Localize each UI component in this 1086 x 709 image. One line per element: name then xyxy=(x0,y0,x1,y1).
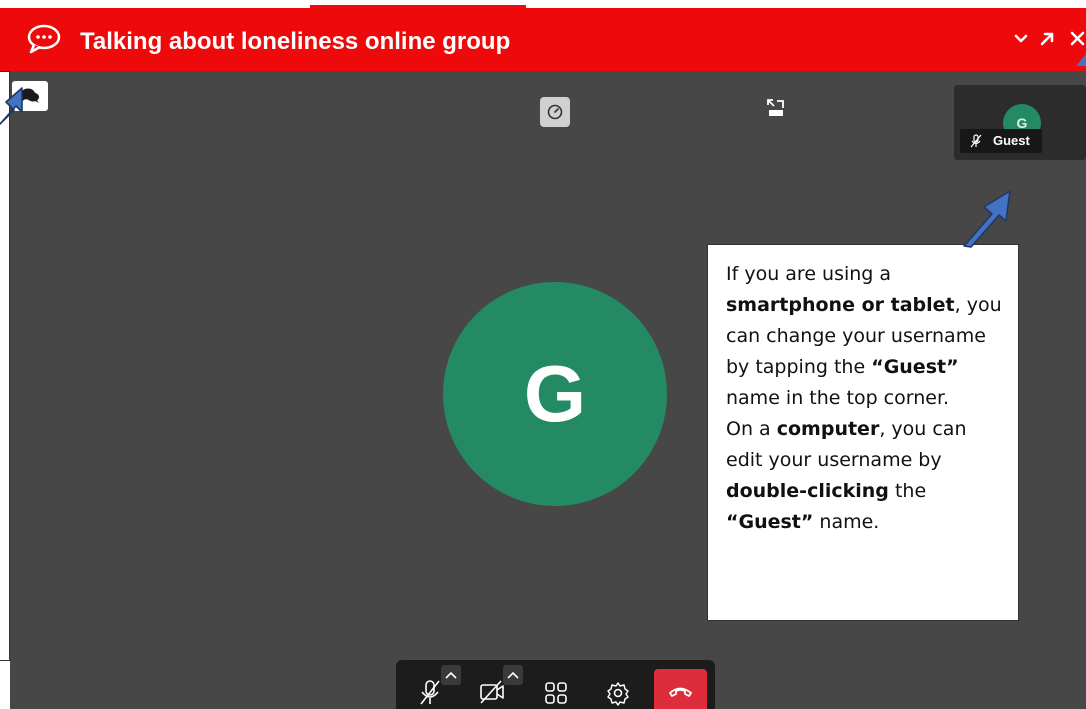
gauge-icon xyxy=(547,104,563,120)
popout-button[interactable] xyxy=(1034,26,1060,52)
settings-button[interactable] xyxy=(598,672,638,709)
window-header: Talking about loneliness online group xyxy=(0,8,1086,71)
left-panel-edge xyxy=(0,71,10,661)
hang-up-button[interactable] xyxy=(654,669,707,709)
microphone-toggle-button[interactable] xyxy=(410,672,450,709)
left-arrow-icon xyxy=(0,87,23,125)
chevron-down-icon xyxy=(1014,34,1028,43)
callout-text: If you are using a smartphone or tablet,… xyxy=(726,263,1002,533)
avatar-initial: G xyxy=(523,349,587,438)
microphone-muted-icon xyxy=(968,133,984,149)
callout-arrow-icon xyxy=(963,190,1011,248)
app-root: Talking about loneliness online group G … xyxy=(0,0,1086,709)
speech-bubble-icon xyxy=(24,22,64,54)
participant-name-label[interactable]: Guest xyxy=(993,133,1030,148)
picture-in-picture-button[interactable] xyxy=(764,96,788,120)
close-button[interactable] xyxy=(1066,26,1086,52)
connection-speed-button[interactable] xyxy=(540,97,570,127)
tile-view-icon xyxy=(545,682,567,704)
camera-off-icon xyxy=(480,680,504,704)
pip-exit-icon xyxy=(767,99,784,116)
microphone-muted-icon xyxy=(420,680,440,705)
participant-avatar: G xyxy=(443,282,667,506)
camera-toggle-button[interactable] xyxy=(472,672,512,709)
hang-up-icon xyxy=(669,687,692,697)
top-right-arrow-icon xyxy=(1076,54,1086,66)
tile-view-button[interactable] xyxy=(536,672,576,709)
instruction-callout: If you are using a smartphone or tablet,… xyxy=(707,244,1019,621)
window-title: Talking about loneliness online group xyxy=(80,28,511,55)
settings-icon xyxy=(607,682,629,706)
arrow-up-right-icon xyxy=(1040,32,1054,46)
collapse-button[interactable] xyxy=(1008,26,1034,52)
close-icon xyxy=(1070,31,1085,46)
